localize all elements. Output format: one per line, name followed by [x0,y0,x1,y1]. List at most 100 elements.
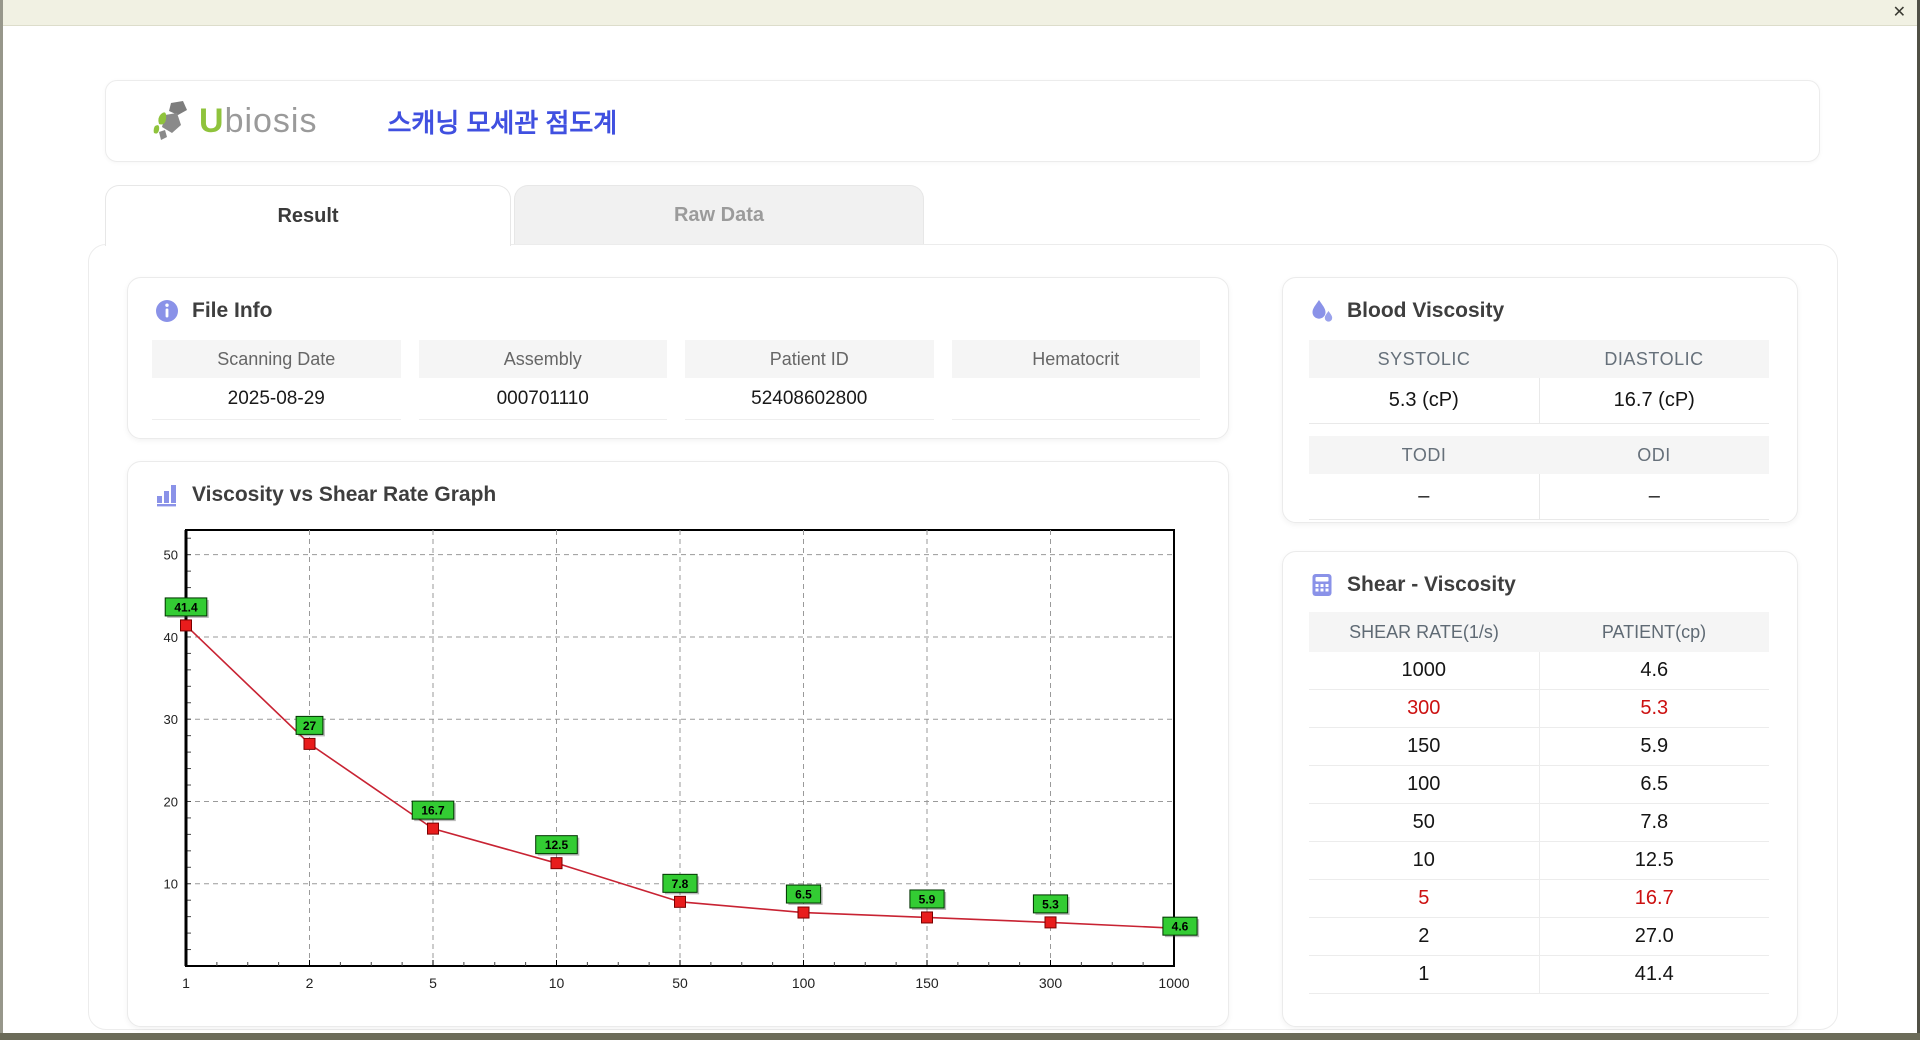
y-tick-label: 20 [164,794,178,809]
x-tick-label: 2 [306,975,314,991]
ubiosis-logo-text: Ubiosis [199,102,318,141]
data-point-marker [674,895,686,908]
blood-viscosity-value-row: 5.3 (cP) 16.7 (cP) [1309,378,1769,424]
blood-viscosity-card: Blood Viscosity SYSTOLIC DIASTOLIC 5.3 (cP… [1282,277,1798,523]
header-cell: DIASTOLIC [1604,348,1704,369]
patient-viscosity-cell: 27.0 [1634,925,1674,947]
field-value [951,378,1200,420]
viscosity-chart-container: 10 20 30 40 50 1 2 5 10 50 100 150 300 1000 41.4 27 16.7… [128,508,1228,998]
patient-viscosity-cell: 5.3 [1640,697,1669,719]
graph-title: Viscosity vs Shear Rate Graph [192,483,497,506]
table-row: 150 5.9 [1309,728,1769,766]
shear-rate-cell: 5 [1309,880,1540,917]
ubiosis-logo-icon [153,101,187,140]
field-label: Assembly [418,340,667,378]
droplets-icon [1309,298,1335,324]
field-label: Hematocrit [951,340,1200,378]
x-tick-label: 150 [915,975,939,991]
table-row: 50 7.8 [1309,804,1769,842]
data-label-text: 4.6 [1172,920,1189,934]
shear-rate-cell: 100 [1309,766,1540,803]
logo-letter-u: U [199,101,225,140]
x-tick-label: 50 [672,975,688,991]
value-cell: 5.3 (cP) [1309,378,1540,423]
file-info-field-scanning-date: Scanning Date 2025-08-29 [152,340,401,420]
data-point-marker [303,737,316,750]
value-cell: 16.7 (cP) [1613,389,1695,411]
y-tick-label: 40 [164,630,178,645]
tab-raw-data[interactable]: Raw Data [514,185,924,244]
header-cell: PATIENT(cp) [1601,621,1707,642]
viscosity-chart: 10 20 30 40 50 1 2 5 10 50 100 150 300 1000 41.4 27 16.7… [164,529,1200,991]
shear-viscosity-card: Shear - Viscosity SHEAR RATE(1/s) PATIENT… [1282,551,1798,1027]
ubiosis-logo: Ubiosis [151,99,318,143]
shear-rate-cell: 150 [1309,728,1540,765]
window-border-left [0,0,3,1040]
shear-viscosity-title: Shear - Viscosity [1347,573,1516,596]
x-tick-label: 100 [792,975,816,991]
bar-chart-icon [154,482,180,508]
field-value: 52408602800 [685,378,934,420]
patient-viscosity-cell: 7.8 [1640,811,1669,833]
file-info-title: File Info [192,299,273,322]
data-label-text: 7.8 [672,877,689,891]
x-tick-label: 10 [549,975,565,991]
data-label-text: 5.9 [919,892,936,906]
shear-table-header-row: SHEAR RATE(1/s) PATIENT(cp) [1309,612,1769,652]
data-label-text: 6.5 [795,888,812,902]
y-tick-label: 30 [164,712,178,727]
header-cell: SHEAR RATE(1/s) [1349,621,1499,642]
field-value: 000701110 [418,378,667,420]
data-point-marker [921,911,933,924]
table-row: 100 6.5 [1309,766,1769,804]
field-value: 2025-08-29 [152,378,401,420]
data-label-text: 16.7 [421,804,445,818]
table-row: 1 41.4 [1309,956,1769,994]
patient-viscosity-cell: 16.7 [1634,887,1674,909]
header-cell: ODI [1637,444,1671,465]
data-point-marker [550,857,563,870]
data-label-text: 12.5 [545,838,569,852]
field-label: Patient ID [685,340,934,378]
x-tick-label: 1000 [1158,975,1189,991]
table-row: 300 5.3 [1309,690,1769,728]
patient-viscosity-cell: 12.5 [1634,849,1674,871]
page-title: 스캐닝 모세관 점도계 [387,107,618,138]
header-cell: SYSTOLIC [1377,348,1471,369]
patient-viscosity-cell: 4.6 [1640,659,1669,681]
table-row: 1000 4.6 [1309,652,1769,690]
data-point-marker [797,906,810,919]
x-tick-label: 5 [429,975,437,991]
close-icon[interactable]: ✕ [1893,3,1906,23]
patient-viscosity-cell: 6.5 [1640,773,1669,795]
file-info-card: File Info Scanning Date 2025-08-29 Assembl… [127,277,1229,439]
header-card: Ubiosis 스캐닝 모세관 점도계 [105,80,1820,162]
blood-viscosity-title: Blood Viscosity [1347,299,1505,322]
viscosity-graph-card: Viscosity vs Shear Rate Graph 10 20 30 40 50… [127,461,1229,1027]
value-cell: – [1309,474,1540,519]
data-point-marker [427,822,439,835]
file-info-fields: Scanning Date 2025-08-29 Assembly 000701110… [128,324,1228,420]
shear-viscosity-table: SHEAR RATE(1/s) PATIENT(cp) 1000 4.6 300 5.3 1… [1309,612,1769,994]
file-info-field-patient-id: Patient ID 52408602800 [685,340,934,420]
blood-viscosity-header-row: SYSTOLIC DIASTOLIC [1309,340,1769,378]
shear-rate-cell: 1 [1309,956,1540,993]
blood-viscosity-table: SYSTOLIC DIASTOLIC 5.3 (cP) 16.7 (cP) TODI OD… [1309,340,1769,520]
data-label-text: 5.3 [1042,897,1059,911]
tab-result[interactable]: Result [105,185,511,246]
data-label-text: 41.4 [174,600,198,614]
field-label: Scanning Date [152,340,401,378]
shear-rate-cell: 50 [1309,804,1540,841]
window-border-bottom [0,1033,1920,1040]
y-tick-label: 50 [164,548,178,563]
data-point-marker [180,619,192,632]
logo-rest: biosis [224,101,318,140]
blood-viscosity-value-row: – – [1309,474,1769,520]
data-point-marker [1044,916,1057,929]
patient-viscosity-cell: 41.4 [1634,963,1674,985]
value-cell: – [1648,485,1660,507]
shear-rate-cell: 300 [1309,690,1540,727]
table-row: 10 12.5 [1309,842,1769,880]
table-row: 2 27.0 [1309,918,1769,956]
